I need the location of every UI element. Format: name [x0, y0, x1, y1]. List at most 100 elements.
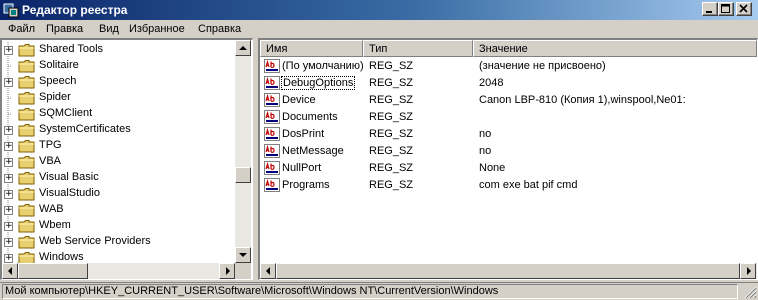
arrow-right-icon [747, 267, 751, 275]
value-row[interactable]: (По умолчанию) REG_SZ (значение не присвое… [260, 58, 756, 75]
string-value-icon [264, 93, 280, 107]
value-row[interactable]: DosPrint REG_SZ no [260, 126, 756, 143]
scroll-down-button[interactable] [235, 247, 251, 263]
tree-item[interactable]: + WAB [2, 202, 236, 218]
resize-grip-icon[interactable] [744, 286, 757, 299]
expand-icon[interactable]: + [4, 254, 13, 263]
scroll-up-button[interactable] [235, 40, 251, 56]
menu-bar: Файл Правка Вид Избранное Справка [0, 20, 758, 40]
tree-item[interactable]: + VisualStudio [2, 186, 236, 202]
expand-icon[interactable]: + [4, 126, 13, 135]
value-type: REG_SZ [369, 60, 414, 72]
value-data: no [479, 128, 492, 140]
tree-item-label: VBA [39, 155, 62, 167]
expand-icon[interactable]: + [4, 78, 13, 87]
tree-item[interactable]: Solitaire [2, 58, 236, 74]
tree-item[interactable]: + Shared Tools [2, 42, 236, 58]
string-value-icon [264, 76, 280, 90]
scroll-left-button[interactable] [260, 263, 276, 279]
column-header-type[interactable]: Тип [363, 40, 473, 57]
maximize-button[interactable] [718, 2, 734, 16]
tree-item-label: Speech [39, 75, 77, 87]
tree-item-label: Wbem [39, 219, 71, 231]
tree-item[interactable]: SQMClient [2, 106, 236, 122]
arrow-down-icon [239, 253, 247, 257]
menu-view[interactable]: Вид [99, 23, 119, 35]
registry-editor-icon [3, 3, 19, 18]
values-hscroll-thumb[interactable] [276, 263, 740, 279]
tree-vertical-scrollbar[interactable] [235, 40, 251, 263]
folder-icon [18, 236, 35, 249]
expand-icon[interactable]: + [4, 46, 13, 55]
tree-item-label: Spider [39, 91, 71, 103]
tree-item-label: Web Service Providers [39, 235, 151, 247]
value-row[interactable]: Programs REG_SZ com exe bat pif cmd [260, 177, 756, 194]
tree-item-label: Solitaire [39, 59, 79, 71]
menu-file[interactable]: Файл [8, 23, 35, 35]
folder-icon [18, 156, 35, 169]
string-value-icon [264, 178, 280, 192]
scroll-left-button[interactable] [2, 263, 18, 279]
value-type: REG_SZ [369, 111, 414, 123]
tree-hscroll-thumb[interactable] [18, 263, 88, 279]
scroll-right-button[interactable] [219, 263, 235, 279]
string-value-icon [264, 144, 280, 158]
value-row[interactable]: Device REG_SZ Canon LBP-810 (Копия 1),wins… [260, 92, 756, 109]
folder-icon [18, 140, 35, 153]
value-row[interactable]: Documents REG_SZ [260, 109, 756, 126]
values-horizontal-scrollbar[interactable] [260, 263, 757, 279]
title-bar[interactable]: Редактор реестра [0, 0, 758, 20]
tree-line-icon [7, 58, 12, 74]
expand-icon[interactable]: + [4, 222, 13, 231]
folder-icon [18, 44, 35, 57]
close-button[interactable] [736, 2, 752, 16]
menu-edit[interactable]: Правка [46, 23, 83, 35]
value-row[interactable]: NullPort REG_SZ None [260, 160, 756, 177]
window-title: Редактор реестра [22, 3, 128, 17]
tree-item[interactable]: + TPG [2, 138, 236, 154]
folder-icon [18, 204, 35, 217]
value-data: no [479, 145, 492, 157]
folder-icon [18, 92, 35, 105]
scroll-right-button[interactable] [740, 263, 756, 279]
status-bar: Мой компьютер\HKEY_CURRENT_USER\Software… [0, 282, 758, 300]
minimize-button[interactable] [702, 2, 718, 16]
value-name: NetMessage [282, 145, 344, 157]
value-name: DosPrint [282, 128, 325, 140]
menu-help[interactable]: Справка [198, 23, 241, 35]
tree-scroll-thumb[interactable] [235, 167, 251, 183]
expand-icon[interactable]: + [4, 238, 13, 247]
value-type: REG_SZ [369, 179, 414, 191]
values-pane[interactable]: Имя Тип Значение (По умолчанию) REG_SZ (зн… [258, 38, 758, 280]
tree-item-label: VisualStudio [39, 187, 100, 199]
value-name: Device [282, 94, 316, 106]
tree-item[interactable]: + Web Service Providers [2, 234, 236, 250]
arrow-left-icon [8, 267, 12, 275]
value-data: 2048 [479, 77, 504, 89]
value-row[interactable]: DebugOptions REG_SZ 2048 [260, 75, 756, 92]
tree-item[interactable]: + Visual Basic [2, 170, 236, 186]
tree-item[interactable]: + Wbem [2, 218, 236, 234]
value-name: Documents [282, 111, 338, 123]
expand-icon[interactable]: + [4, 206, 13, 215]
expand-icon[interactable]: + [4, 142, 13, 151]
tree-item[interactable]: + VBA [2, 154, 236, 170]
tree-item[interactable]: Spider [2, 90, 236, 106]
value-name: Programs [282, 179, 330, 191]
column-header-data[interactable]: Значение [473, 40, 757, 57]
tree-item[interactable]: + SystemCertificates [2, 122, 236, 138]
expand-icon[interactable]: + [4, 158, 13, 167]
value-row[interactable]: NetMessage REG_SZ no [260, 143, 756, 160]
value-name: DebugOptions [280, 76, 356, 90]
column-header-name[interactable]: Имя [260, 40, 363, 57]
expand-icon[interactable]: + [4, 174, 13, 183]
menu-favorites[interactable]: Избранное [129, 23, 185, 35]
tree-horizontal-scrollbar[interactable] [2, 263, 235, 279]
key-tree-pane[interactable]: + Shared Tools Solitaire + Speech Spider SQMCl… [0, 38, 253, 280]
expand-icon[interactable]: + [4, 190, 13, 199]
value-data: None [479, 162, 506, 174]
tree-item-label: SystemCertificates [39, 123, 131, 135]
value-data: Canon LBP-810 (Копия 1),winspool,Ne01: [479, 94, 686, 106]
tree-item[interactable]: + Speech [2, 74, 236, 90]
tree-item-label: Visual Basic [39, 171, 99, 183]
